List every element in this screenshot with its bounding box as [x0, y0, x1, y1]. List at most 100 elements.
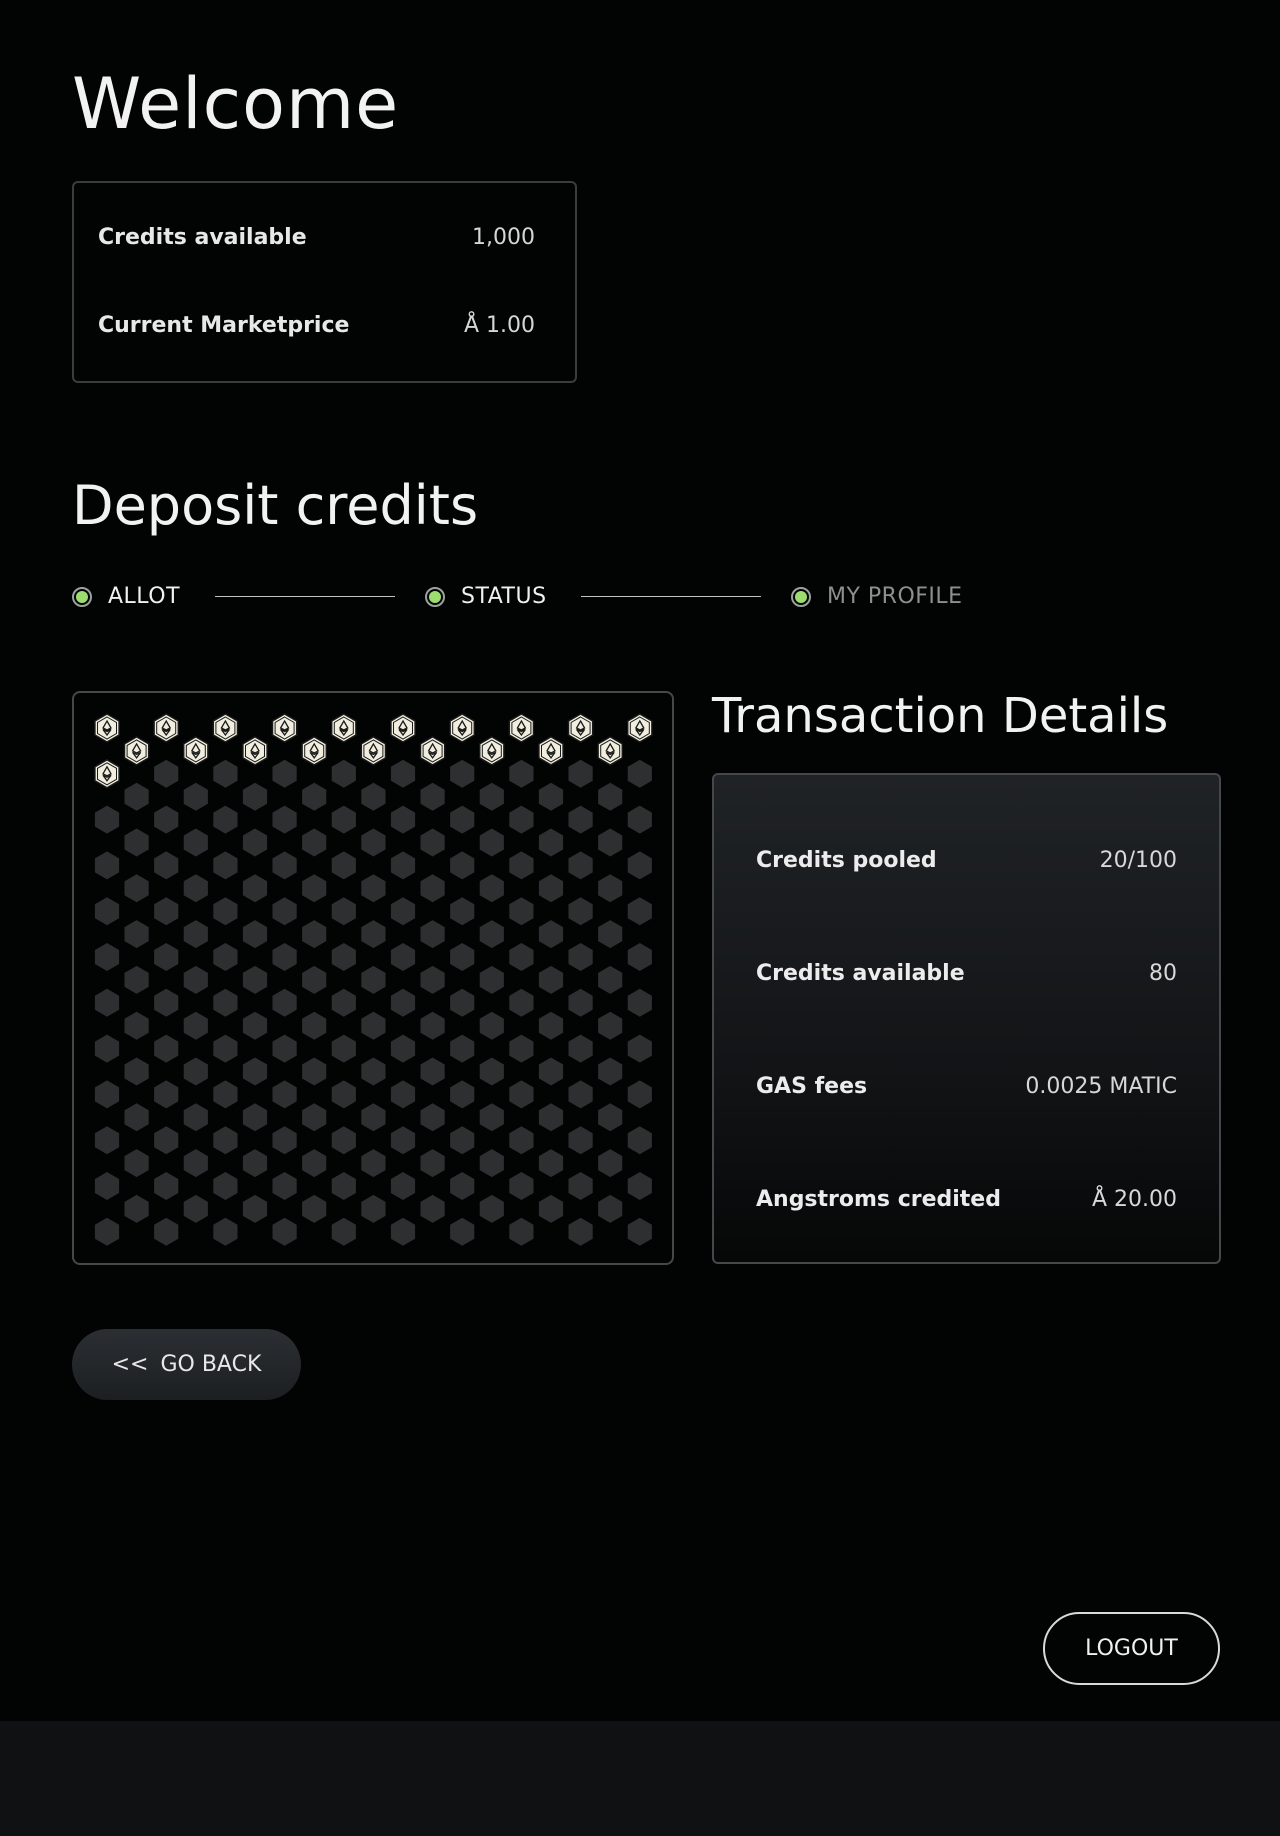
hex-cell-empty	[568, 943, 593, 971]
hex-cell-empty	[272, 851, 297, 880]
step-connector	[215, 596, 395, 597]
hex-cell-empty	[154, 897, 179, 926]
hex-cell-empty	[538, 782, 564, 811]
hex-cell-empty	[124, 1194, 149, 1223]
hex-cell-empty	[361, 874, 386, 903]
hex-cell-empty	[627, 851, 652, 880]
hex-cell-empty	[183, 1103, 208, 1132]
hex-cell-empty	[390, 1217, 416, 1246]
hex-cell-empty	[568, 851, 593, 880]
hex-cell-filled	[242, 736, 268, 766]
hex-cell-empty	[509, 988, 534, 1017]
step-status[interactable]: STATUS	[425, 584, 547, 609]
hex-cell-empty	[242, 828, 268, 857]
step-my-profile[interactable]: MY PROFILE	[791, 584, 963, 609]
hex-cell-filled	[212, 713, 239, 743]
marketprice-row: Current Marketprice Å 1.00	[98, 313, 535, 338]
hex-cell-empty	[183, 920, 208, 949]
hex-cell-empty	[94, 1080, 120, 1109]
hex-cell-empty	[450, 988, 475, 1017]
hex-cell-empty	[242, 1103, 268, 1132]
hex-cell-empty	[361, 965, 386, 994]
hex-cell-empty	[390, 805, 416, 834]
credits-available-label: Credits available	[98, 225, 307, 250]
hex-cell-empty	[242, 782, 268, 811]
hex-cell-empty	[213, 805, 238, 834]
hex-cell-filled	[94, 713, 120, 743]
hex-cell-empty	[154, 1172, 179, 1200]
hex-cell-empty	[598, 874, 623, 903]
step-indicator-icon	[72, 586, 92, 607]
hex-cell-empty	[450, 1034, 475, 1063]
hex-cell-empty	[450, 1172, 475, 1200]
tx-label: Credits available	[756, 961, 965, 986]
hex-cell-filled	[301, 736, 328, 766]
hex-cell-empty	[509, 1080, 534, 1109]
hex-cell-empty	[538, 920, 564, 949]
tx-value: Å 20.00	[1091, 1187, 1177, 1212]
hex-cell-empty	[361, 828, 386, 857]
hex-cell-empty	[302, 1011, 327, 1040]
hex-cell-empty	[154, 851, 179, 880]
hex-cell-empty	[538, 1194, 564, 1223]
section-title-deposit: Deposit credits	[72, 474, 479, 537]
hex-cell-empty	[124, 874, 149, 903]
hex-cell-empty	[154, 1126, 179, 1155]
hex-cell-empty	[331, 1126, 356, 1155]
hex-cell-empty	[272, 1080, 297, 1109]
hex-cell-empty	[213, 943, 238, 971]
step-allot[interactable]: ALLOT	[72, 584, 180, 609]
hex-cell-empty	[242, 920, 268, 949]
logout-button[interactable]: LOGOUT	[1043, 1612, 1220, 1685]
step-indicator-icon	[425, 586, 445, 607]
tx-row-gas-fees: GAS fees 0.0025 MATIC	[756, 1074, 1177, 1099]
marketprice-value: Å 1.00	[463, 313, 535, 338]
tx-value: 0.0025 MATIC	[1025, 1074, 1177, 1099]
hex-cell-empty	[124, 782, 149, 811]
marketprice-label: Current Marketprice	[98, 313, 350, 338]
hex-cell-empty	[479, 1011, 504, 1040]
hex-cell-filled	[478, 736, 505, 766]
hex-cell-empty	[509, 1217, 534, 1246]
hex-cell-empty	[124, 920, 149, 949]
hex-cell-empty	[538, 1057, 564, 1086]
hex-cell-empty	[390, 1034, 416, 1063]
hex-cell-filled	[153, 713, 180, 743]
hex-cell-empty	[302, 1149, 327, 1178]
hex-cell-filled	[271, 713, 298, 743]
hex-cell-empty	[213, 897, 238, 926]
credit-hex-grid	[72, 691, 674, 1265]
hex-cell-empty	[272, 805, 297, 834]
hex-cell-empty	[390, 1172, 416, 1200]
hex-cell-empty	[390, 1126, 416, 1155]
go-back-button[interactable]: << GO BACK	[72, 1329, 301, 1400]
hex-cell-empty	[331, 805, 356, 834]
hex-cell-empty	[124, 1149, 149, 1178]
hex-cell-empty	[183, 1194, 208, 1223]
hex-cell-empty	[627, 1080, 652, 1109]
hex-cell-filled	[449, 713, 476, 743]
hex-cell-empty	[598, 1057, 623, 1086]
hex-cell-empty	[124, 828, 149, 857]
hex-cell-empty	[627, 897, 652, 926]
tx-label: GAS fees	[756, 1074, 868, 1099]
hex-cell-empty	[213, 988, 238, 1017]
hex-cell-empty	[213, 851, 238, 880]
hex-cell-empty	[538, 1103, 564, 1132]
hex-cell-empty	[479, 782, 504, 811]
go-back-label: GO BACK	[160, 1352, 262, 1377]
hex-cell-empty	[154, 1217, 179, 1246]
hex-cell-empty	[242, 874, 268, 903]
hex-cell-empty	[509, 805, 534, 834]
hex-cell-empty	[331, 759, 356, 788]
hex-cell-empty	[154, 1080, 179, 1109]
hex-cell-empty	[627, 943, 652, 971]
hex-cell-empty	[420, 874, 445, 903]
hex-cell-filled	[360, 736, 387, 766]
hex-cell-empty	[420, 782, 445, 811]
hex-cell-filled	[567, 713, 594, 743]
hex-cell-empty	[509, 851, 534, 880]
hex-cell-empty	[627, 805, 652, 834]
transaction-details-title: Transaction Details	[712, 688, 1169, 744]
hex-cell-empty	[272, 1172, 297, 1200]
